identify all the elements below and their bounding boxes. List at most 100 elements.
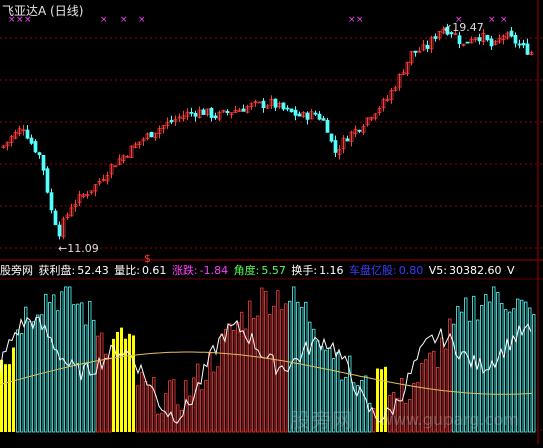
candle	[329, 133, 334, 142]
volume-bar	[156, 413, 160, 433]
change-label: 涨跌:	[171, 264, 198, 277]
volume-bar	[120, 327, 123, 432]
candle	[213, 115, 218, 119]
high-price-label: ↙19.47	[443, 21, 484, 34]
signal-marker: ×	[348, 15, 356, 25]
watermark-text: 股旁网	[290, 408, 353, 432]
signal-marker: ×	[488, 15, 496, 25]
volume-bar	[188, 395, 192, 433]
candle	[305, 112, 310, 120]
candle	[25, 129, 30, 139]
volume-bar	[160, 412, 164, 433]
candle	[489, 38, 494, 47]
volume-bar	[176, 404, 180, 433]
candle	[225, 110, 230, 113]
volume-bar	[80, 302, 84, 433]
volume-bar	[96, 335, 100, 433]
volume-bar	[132, 335, 135, 432]
candle	[189, 112, 194, 114]
candle	[289, 108, 294, 113]
low-price-label: ←11.09	[58, 242, 99, 255]
volume-bar	[52, 294, 56, 433]
volume-bar	[204, 379, 208, 433]
volume-bar	[92, 319, 96, 433]
turnover-value: 1.16	[319, 264, 344, 277]
volume-bar	[72, 304, 76, 433]
candle	[413, 50, 418, 53]
volume-bar	[8, 364, 11, 432]
volume-bar	[32, 321, 36, 433]
chart-canvas: × × × × × × × × × × ×↙19.47←11.09$	[0, 0, 543, 444]
angle-value: 5.57	[261, 264, 286, 277]
volume-bar	[192, 377, 196, 433]
candle	[281, 102, 286, 110]
candle	[201, 109, 206, 115]
signal-marker: ×	[356, 15, 364, 25]
volume-bar	[248, 300, 252, 433]
candle	[53, 210, 58, 226]
candle	[321, 118, 326, 121]
candle	[325, 119, 330, 133]
volume-bar	[108, 357, 112, 433]
volume-bar	[180, 409, 184, 433]
float-label: 车盘亿股:	[349, 264, 397, 277]
volume-bar	[284, 303, 288, 433]
candle	[193, 112, 198, 117]
volume-bar	[84, 324, 88, 433]
volume-bar	[260, 287, 264, 433]
volume-bar	[136, 385, 140, 433]
volume-bar	[228, 323, 232, 433]
volume-bar	[264, 290, 268, 433]
candle	[57, 224, 62, 237]
volume-bar	[236, 322, 240, 433]
volume-bar	[212, 371, 216, 433]
v-label: V	[507, 264, 515, 277]
volume-bar	[100, 332, 104, 433]
volume-bar	[224, 329, 228, 433]
volume-bar	[256, 315, 260, 433]
candle	[317, 113, 322, 120]
volume-bar	[280, 309, 284, 433]
signal-marker: ×	[120, 15, 128, 25]
volume-bar	[152, 377, 156, 433]
volume-bar	[88, 300, 92, 433]
volume-bar	[244, 328, 248, 433]
volume-bar	[272, 305, 276, 433]
profit-value: 52.43	[77, 264, 109, 277]
volume-bar	[240, 311, 244, 433]
candle	[477, 37, 482, 42]
indicator-bar: 股旁网 获利盘: 52.43 量比: 0.61 涨跌: -1.84 角度: 5.57 换…	[0, 262, 543, 278]
profit-label: 获利盘:	[38, 264, 76, 277]
candle	[509, 30, 514, 37]
candle	[525, 43, 530, 55]
ratio-label: 量比:	[114, 264, 140, 277]
volume-bar	[16, 329, 20, 433]
ratio-value: 0.61	[141, 264, 167, 277]
volume-bar	[276, 290, 280, 433]
signal-marker: ×	[138, 15, 146, 25]
volume-bar	[4, 364, 7, 432]
volume-bar	[112, 338, 115, 432]
candle	[41, 155, 46, 171]
candle	[33, 141, 38, 153]
candle	[261, 100, 266, 108]
volume-bar	[12, 347, 15, 432]
volume-bar	[24, 306, 28, 433]
v5-label: V5:	[428, 264, 448, 277]
candle	[345, 138, 350, 142]
candle	[293, 109, 298, 116]
volume-bar	[196, 363, 200, 433]
stock-chart[interactable]: × × × × × × × × × × × ↙19.47 ←11.09 $	[0, 0, 543, 444]
candle	[45, 168, 50, 193]
candle	[273, 98, 278, 108]
volume-bar	[128, 333, 131, 432]
candle	[29, 137, 34, 144]
candle	[285, 107, 290, 110]
volume-bar	[36, 314, 40, 433]
candle	[357, 129, 362, 132]
candle	[297, 113, 302, 117]
volume-bar	[64, 286, 68, 433]
source-label: 股旁网	[0, 264, 33, 277]
volume-bar	[520, 299, 524, 433]
volume-bar	[56, 310, 60, 433]
